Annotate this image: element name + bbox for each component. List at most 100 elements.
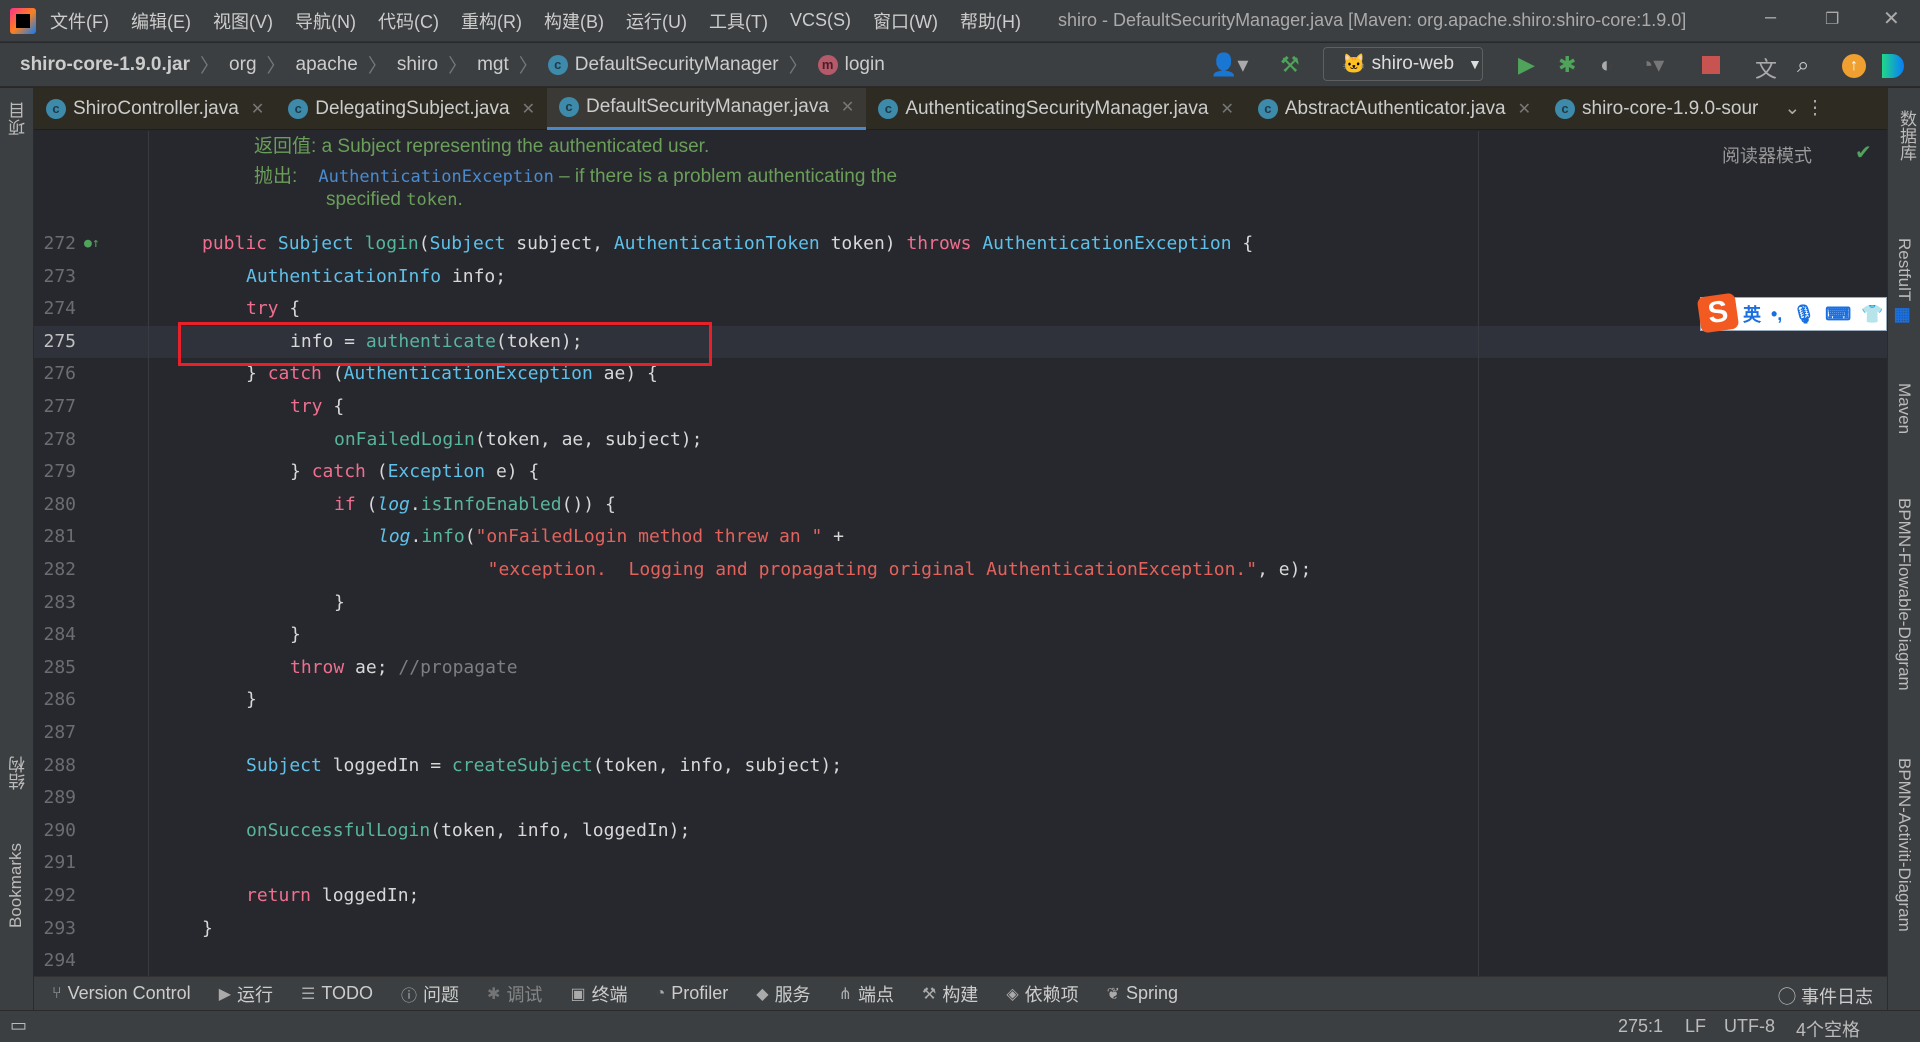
profile-icon[interactable]: ◔▾ [1640, 52, 1664, 78]
menu-help[interactable]: 帮助(H) [960, 8, 1021, 34]
search-icon[interactable]: ⌕ [1797, 52, 1809, 78]
toolwindow-build[interactable]: ⚒ 构建 [922, 981, 978, 1007]
coverage-icon[interactable]: ◐ [1600, 52, 1613, 78]
code-line[interactable]: 291 [34, 847, 1887, 879]
file-encoding[interactable]: UTF-8 [1724, 1016, 1775, 1037]
code-line[interactable]: 280 if (log.isInfoEnabled()) { [34, 489, 1887, 521]
close-tab-icon[interactable]: ✕ [1220, 99, 1233, 119]
code-line[interactable]: 288 Subject loggedIn = createSubject(toke… [34, 750, 1887, 782]
toolwindow-dependencies[interactable]: ◈ 依赖项 [1006, 981, 1078, 1007]
code-line[interactable]: 274 try { [34, 293, 1887, 325]
tab-abstractauthenticator-java[interactable]: c AbstractAuthenticator.java ✕ [1246, 88, 1543, 130]
breadcrumb-method[interactable]: login [845, 54, 885, 76]
tab-delegatingsubject-java[interactable]: c DelegatingSubject.java ✕ [276, 88, 547, 130]
code-line[interactable]: 283} [34, 587, 1887, 619]
close-button[interactable]: ✕ [1883, 6, 1900, 31]
code-line[interactable]: 285 throw ae; //propagate [34, 652, 1887, 684]
tab-shiro-core-1-9-0-sour[interactable]: c shiro-core-1.9.0-sour [1543, 88, 1770, 130]
code-line[interactable]: 294 [34, 945, 1887, 976]
breadcrumb-shiro[interactable]: shiro [397, 54, 438, 76]
menu-edit[interactable]: 编辑(E) [131, 8, 191, 34]
keyboard-icon[interactable]: ⌨ [1825, 304, 1851, 325]
toolwindow-endpoints[interactable]: ⋔ 端点 [839, 981, 894, 1007]
inspection-ok-icon[interactable]: ✔ [1855, 140, 1872, 165]
menu-code[interactable]: 代码(C) [378, 8, 439, 34]
code-line[interactable]: 289 [34, 782, 1887, 814]
restore-button[interactable]: ❐ [1825, 9, 1839, 29]
tab-overflow-icon[interactable]: ⌄ ⋮ [1784, 97, 1824, 120]
menu-tools[interactable]: 工具(T) [709, 8, 768, 34]
toolwindow-services[interactable]: ◆ 服务 [756, 981, 810, 1007]
toolwindow-branch[interactable]: ⑂ Version Control [52, 983, 191, 1004]
tool-maven[interactable]: Maven [1894, 383, 1914, 434]
menu-window[interactable]: 窗口(W) [873, 8, 938, 34]
menu-build[interactable]: 构建(B) [544, 8, 604, 34]
breadcrumb-apache[interactable]: apache [296, 54, 358, 76]
close-tab-icon[interactable]: ✕ [1518, 99, 1531, 119]
skin-icon[interactable]: 👕 [1861, 304, 1883, 325]
code-editor[interactable]: 返回值: a Subject representing the authenti… [34, 131, 1887, 976]
caret-position[interactable]: 275:1 [1618, 1016, 1663, 1037]
code-line[interactable]: 286} [34, 684, 1887, 716]
menu-vcs[interactable]: VCS(S) [790, 10, 851, 31]
toolwindow-list[interactable]: ☰ TODO [301, 983, 373, 1004]
layout-icon[interactable]: ▭ [10, 1015, 27, 1036]
punctuation-icon[interactable]: •, [1771, 304, 1782, 325]
ime-toolbar[interactable]: S 英 •, 🎙 ⌨ 👕 ▦ [1696, 292, 1911, 334]
code-line[interactable]: 292 return loggedIn; [34, 880, 1887, 912]
reader-mode-button[interactable]: 阅读器模式 [1722, 142, 1812, 168]
breadcrumb-mgt[interactable]: mgt [477, 54, 509, 76]
tab-authenticatingsecuritymanager-java[interactable]: c AuthenticatingSecurityManager.java ✕ [866, 88, 1246, 130]
menu-file[interactable]: 文件(F) [50, 8, 109, 34]
breadcrumb-class[interactable]: DefaultSecurityManager [575, 54, 779, 76]
tab-defaultsecuritymanager-java[interactable]: c DefaultSecurityManager.java ✕ [546, 87, 867, 130]
code-line[interactable]: 273 AuthenticationInfo info; [34, 261, 1887, 293]
menu-view[interactable]: 视图(V) [213, 8, 273, 34]
code-line[interactable]: 287 [34, 717, 1887, 749]
code-line[interactable]: 284} [34, 619, 1887, 651]
minimize-button[interactable]: – [1765, 6, 1776, 29]
tool-project[interactable]: 项目 [6, 102, 31, 136]
update-icon[interactable]: ↑ [1842, 54, 1866, 78]
toolwindow-profiler[interactable]: ◔ Profiler [656, 983, 729, 1004]
run-icon[interactable]: ▶ [1518, 52, 1535, 78]
indent-setting[interactable]: 4个空格 [1796, 1016, 1860, 1042]
code-line[interactable]: 290 onSuccessfulLogin(token, info, logged… [34, 815, 1887, 847]
line-separator[interactable]: LF [1685, 1016, 1706, 1037]
code-line[interactable]: 272 public Subject login(Subject subject,… [34, 228, 1887, 260]
translate-icon[interactable]: 文 [1755, 52, 1777, 84]
toolwindow-spring[interactable]: ❦ Spring [1107, 983, 1178, 1004]
code-line[interactable]: 279} catch (Exception e) { [34, 456, 1887, 488]
code-line[interactable]: 277 try { [34, 391, 1887, 423]
menu-navigate[interactable]: 导航(N) [295, 8, 356, 34]
build-hammer-icon[interactable]: ⚒ [1280, 52, 1300, 78]
ime-mode[interactable]: 英 [1743, 301, 1761, 327]
exception-link[interactable]: AuthenticationException [318, 167, 553, 187]
menu-run[interactable]: 运行(U) [626, 8, 687, 34]
toolwindow-problems[interactable]: ⓘ 问题 [401, 981, 459, 1007]
tool-restfultool[interactable]: RestfulT [1894, 238, 1914, 301]
override-marker-icon[interactable]: ●↑ [84, 228, 100, 260]
tool-structure[interactable]: 结构 [6, 756, 31, 790]
breadcrumb-org[interactable]: org [229, 54, 256, 76]
tool-bpmn-activiti[interactable]: BPMN-Activiti-Diagram [1894, 758, 1914, 932]
tool-bookmarks[interactable]: Bookmarks [6, 843, 26, 928]
user-icon[interactable]: 👤▾ [1210, 52, 1248, 78]
close-tab-icon[interactable]: ✕ [841, 97, 854, 117]
tab-shirocontroller-java[interactable]: c ShiroController.java ✕ [34, 88, 276, 130]
breadcrumb-root[interactable]: shiro-core-1.9.0.jar [20, 54, 190, 76]
event-log-button[interactable]: ◯ 事件日志 [1778, 983, 1873, 1009]
toolwindow-debug[interactable]: ✱ 调试 [487, 981, 542, 1007]
close-tab-icon[interactable]: ✕ [522, 99, 535, 119]
close-tab-icon[interactable]: ✕ [251, 99, 264, 119]
microphone-icon[interactable]: 🎙 [1792, 304, 1815, 325]
menu-refactor[interactable]: 重构(R) [461, 8, 522, 34]
code-line[interactable]: 282 "exception. Logging and propagating … [34, 554, 1887, 586]
toolwindow-run[interactable]: ▶ 运行 [219, 981, 273, 1007]
debug-icon[interactable]: ✱ [1558, 52, 1576, 78]
code-line[interactable]: 278 onFailedLogin(token, ae, subject); [34, 424, 1887, 456]
toolwindow-terminal[interactable]: ▣ 终端 [570, 981, 627, 1007]
run-config-select[interactable]: 🐱 shiro-web ▼ [1323, 47, 1483, 81]
code-line[interactable]: 281 log.info("onFailedLogin method threw … [34, 521, 1887, 553]
tool-bpmn-flowable[interactable]: BPMN-Flowable-Diagram [1894, 498, 1914, 691]
